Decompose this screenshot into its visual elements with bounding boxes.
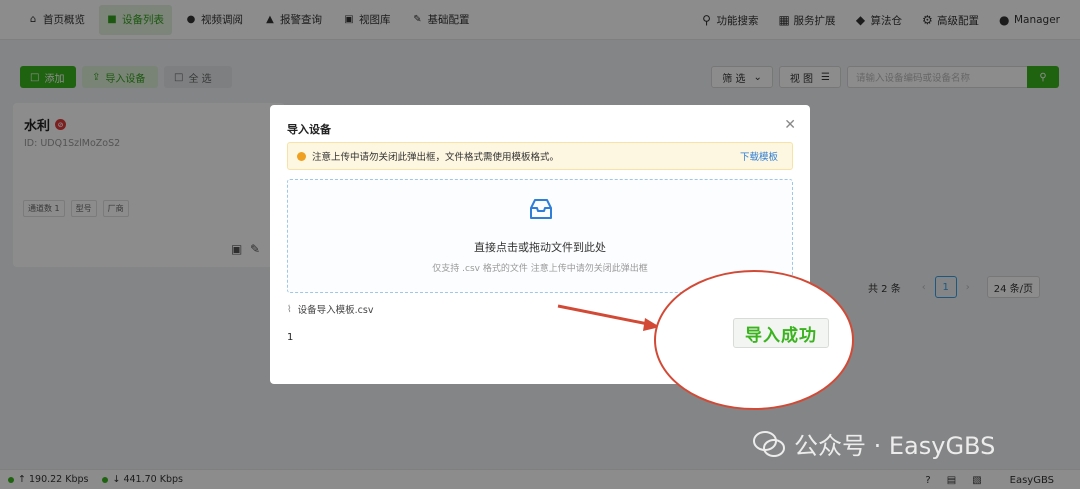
- import-success-badge: 导入成功: [733, 318, 829, 348]
- wechat-icon: [753, 430, 785, 457]
- annotation-arrow: [557, 304, 660, 331]
- watermark: 公众号 · EasyGBS: [752, 426, 995, 461]
